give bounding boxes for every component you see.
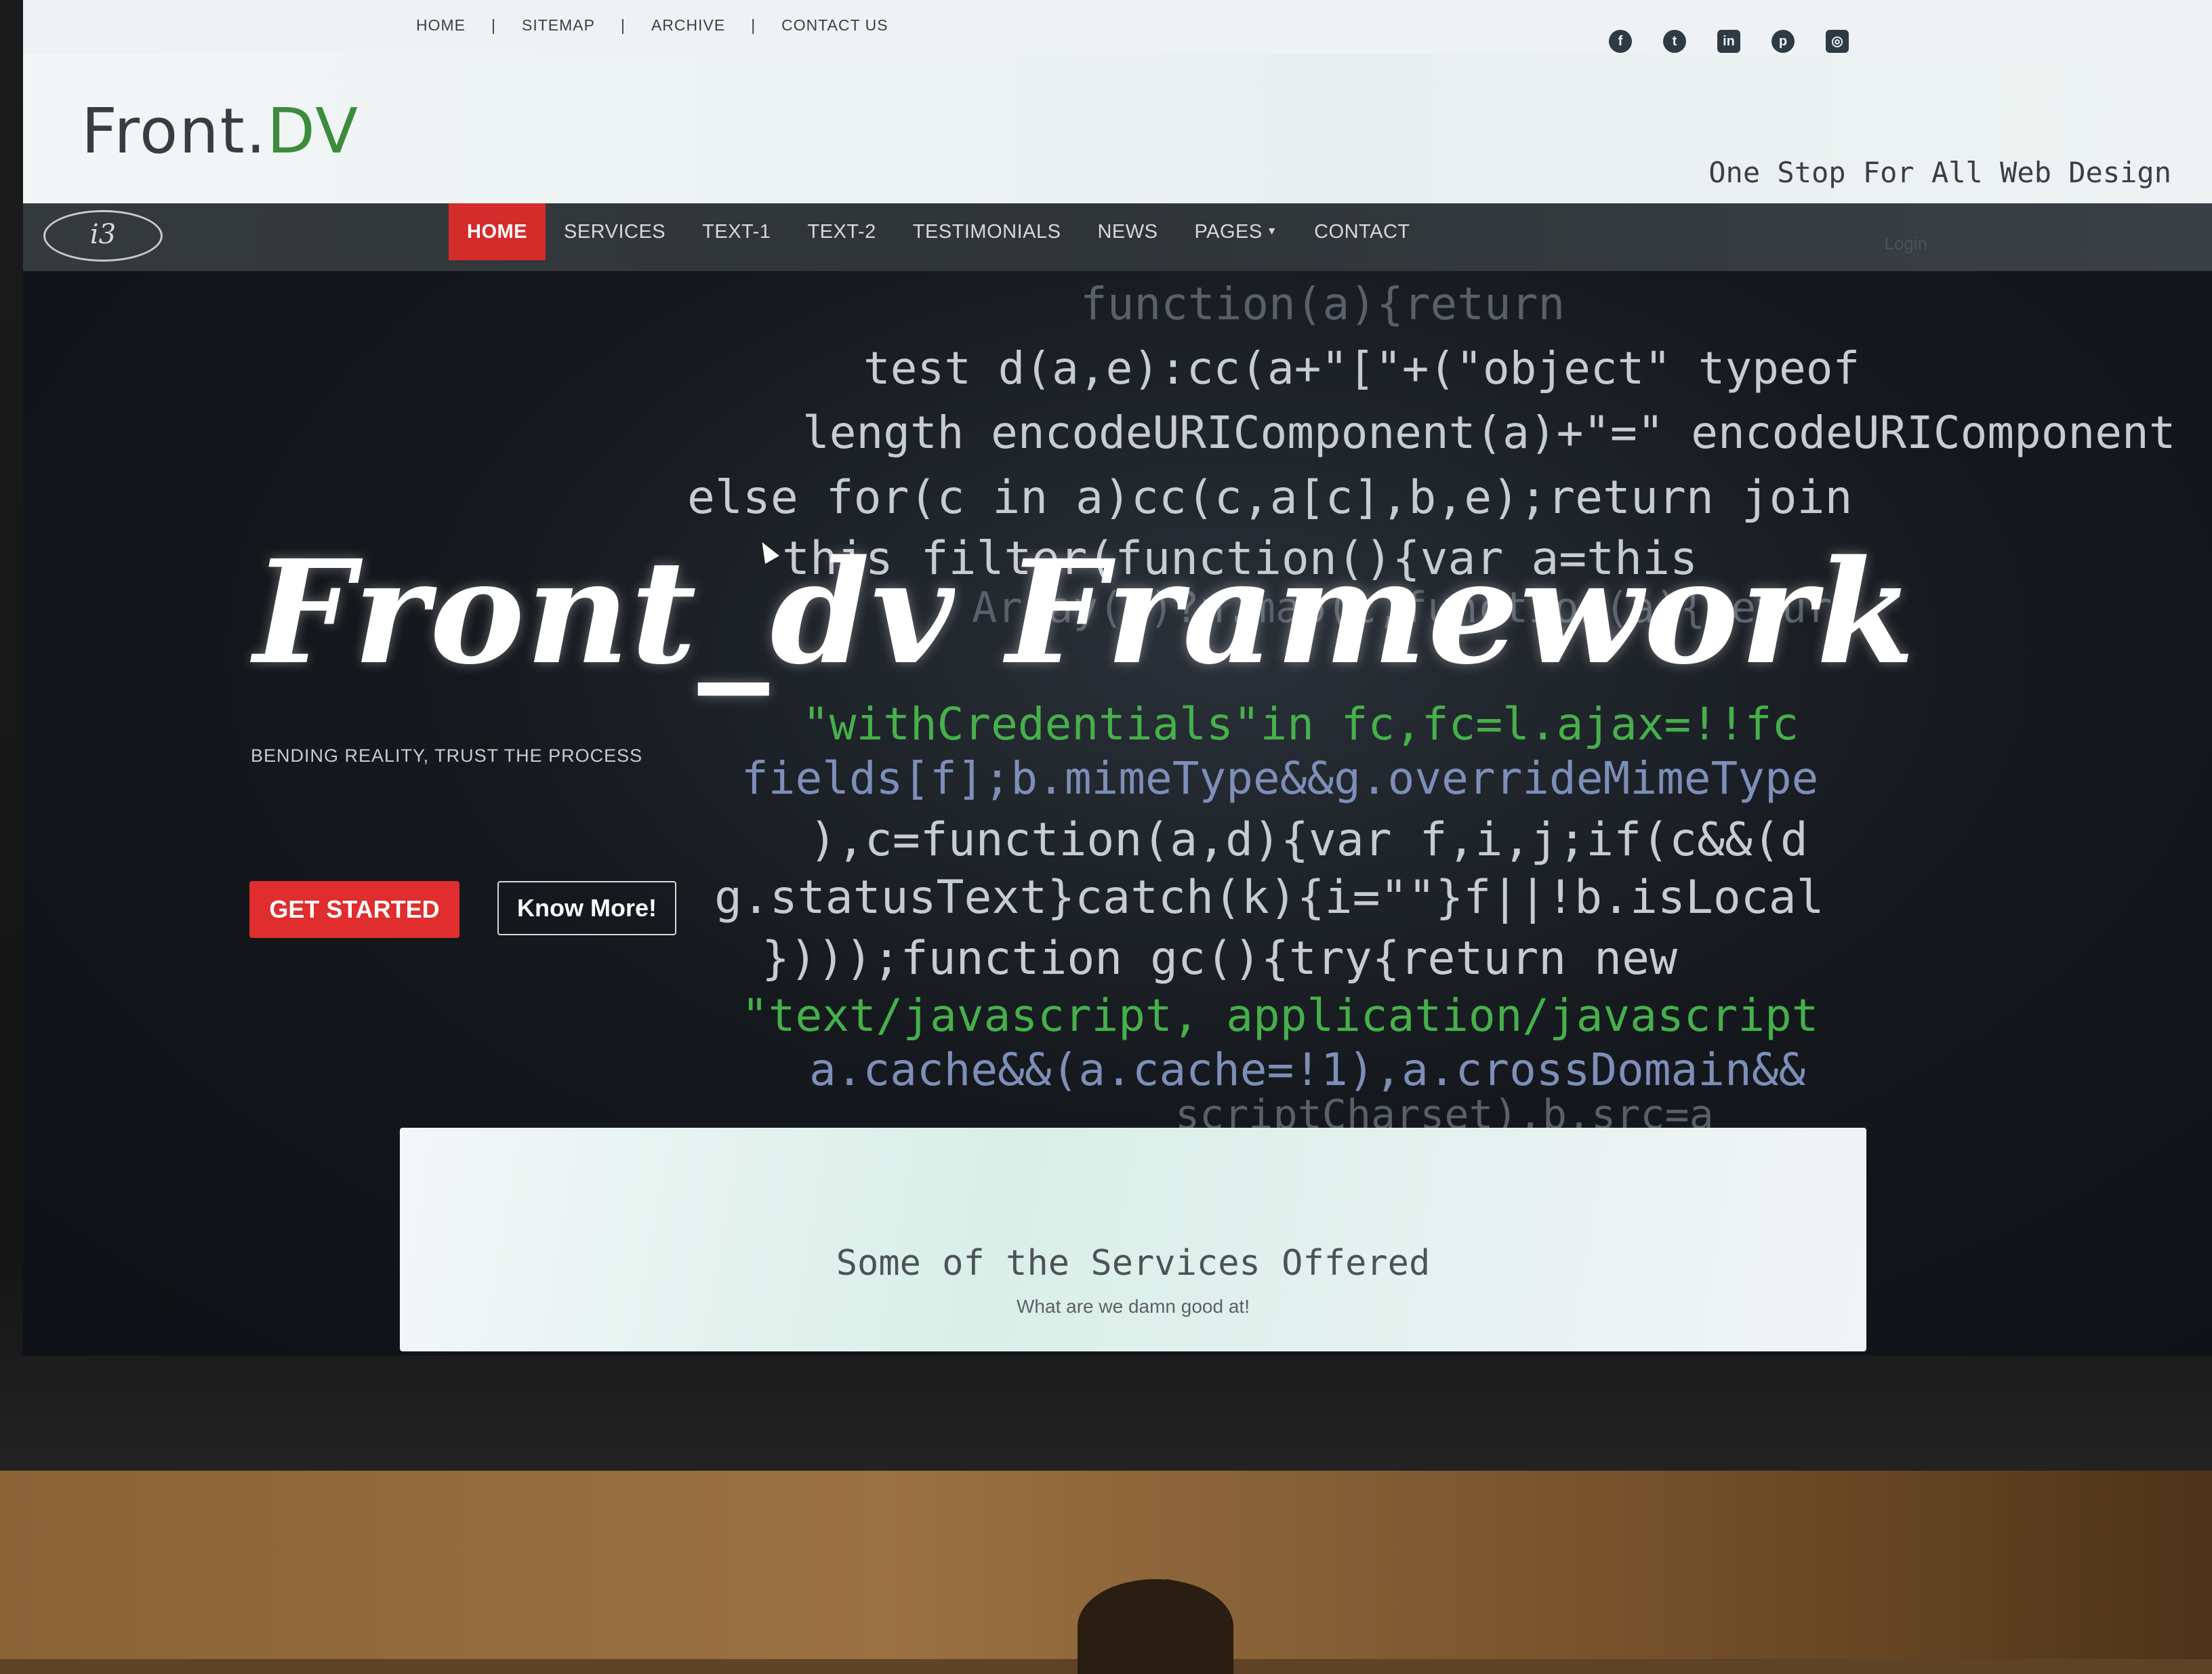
- hero-title: Front_dv Framework: [253, 529, 1917, 696]
- code-line: fields[f];b.mimeType&&g.overrideMimeType: [741, 752, 1819, 804]
- get-started-button[interactable]: GET STARTED: [249, 881, 459, 938]
- pinterest-icon[interactable]: p: [1771, 30, 1795, 53]
- nav-item-text-1[interactable]: TEXT-1: [684, 203, 789, 260]
- code-line: g.statusText}catch(k){i=""}f||!b.isLocal: [714, 871, 1824, 924]
- services-title: Some of the Services Offered: [836, 1243, 1431, 1284]
- apple-logo: [1078, 1579, 1233, 1674]
- nav-item-services[interactable]: SERVICES: [546, 203, 684, 260]
- code-line: a.cache&&(a.cache=!1),a.crossDomain&&: [809, 1044, 1806, 1096]
- site-tagline: One Stop For All Web Design: [1708, 156, 2171, 189]
- code-line: })));function gc(){try{return new: [762, 932, 1678, 985]
- top-link-sitemap[interactable]: SITEMAP: [522, 16, 595, 35]
- social-links: f t in p ◎: [1609, 30, 1849, 53]
- code-line: test d(a,e):cc(a+"["+("object" typeof: [863, 342, 1860, 394]
- separator: |: [751, 16, 756, 34]
- services-section: Some of the Services Offered What are we…: [400, 1128, 1866, 1351]
- nav-item-contact[interactable]: CONTACT: [1296, 203, 1429, 260]
- code-line: else for(c in a)cc(c,a[c],b,e);return jo…: [687, 471, 1853, 525]
- browser-viewport: HOME | SITEMAP | ARCHIVE | CONTACT US f …: [23, 0, 2212, 1355]
- brand-accent: DV: [266, 95, 360, 167]
- nav-item-text-2[interactable]: TEXT-2: [789, 203, 894, 260]
- login-link[interactable]: Login: [1884, 233, 1927, 254]
- site-logo[interactable]: Front.DV: [81, 95, 359, 167]
- top-links: HOME | SITEMAP | ARCHIVE | CONTACT US: [416, 16, 888, 35]
- services-subtitle: What are we damn good at!: [1017, 1296, 1250, 1317]
- twitter-icon[interactable]: t: [1663, 30, 1686, 53]
- linkedin-icon[interactable]: in: [1717, 30, 1740, 53]
- top-link-contact-us[interactable]: CONTACT US: [781, 16, 888, 35]
- chevron-down-icon: ▼: [1266, 226, 1278, 237]
- code-line: function(a){return: [1080, 278, 1565, 330]
- code-line: "withCredentials"in fc,fc=l.ajax=!!fc: [802, 698, 1799, 750]
- separator: |: [620, 16, 626, 34]
- know-more-button[interactable]: Know More!: [497, 881, 676, 935]
- facebook-icon[interactable]: f: [1609, 30, 1632, 53]
- hero-subtitle: BENDING REALITY, TRUST THE PROCESS: [251, 746, 643, 766]
- nav-logo-badge[interactable]: i3: [43, 210, 163, 262]
- nav-item-testimonials[interactable]: TESTIMONIALS: [895, 203, 1080, 260]
- nav-item-news[interactable]: NEWS: [1079, 203, 1176, 260]
- site-header: Front.DV One Stop For All Web Design: [23, 54, 2212, 203]
- top-link-home[interactable]: HOME: [416, 16, 466, 35]
- nav-menu: HOME SERVICES TEXT-1 TEXT-2 TESTIMONIALS…: [449, 203, 1429, 260]
- code-line: "text/javascript, application/javascript: [741, 989, 1819, 1042]
- top-utility-bar: HOME | SITEMAP | ARCHIVE | CONTACT US f …: [23, 0, 2212, 56]
- nav-item-home[interactable]: HOME: [449, 203, 546, 260]
- code-line: ),c=function(a,d){var f,i,j;if(c&&(d: [809, 813, 1808, 867]
- separator: |: [491, 16, 496, 34]
- code-line: length encodeURIComponent(a)+"=" encodeU…: [802, 407, 2176, 459]
- main-navbar: i3 HOME SERVICES TEXT-1 TEXT-2 TESTIMONI…: [23, 203, 2212, 271]
- brand-name: Front.: [81, 95, 267, 167]
- nav-item-pages[interactable]: PAGES ▼: [1176, 203, 1296, 260]
- instagram-icon[interactable]: ◎: [1826, 30, 1849, 53]
- hero-section: function(a){return test d(a,e):cc(a+"["+…: [23, 271, 2212, 1355]
- nav-item-pages-label: PAGES: [1194, 220, 1263, 243]
- top-link-archive[interactable]: ARCHIVE: [651, 16, 725, 35]
